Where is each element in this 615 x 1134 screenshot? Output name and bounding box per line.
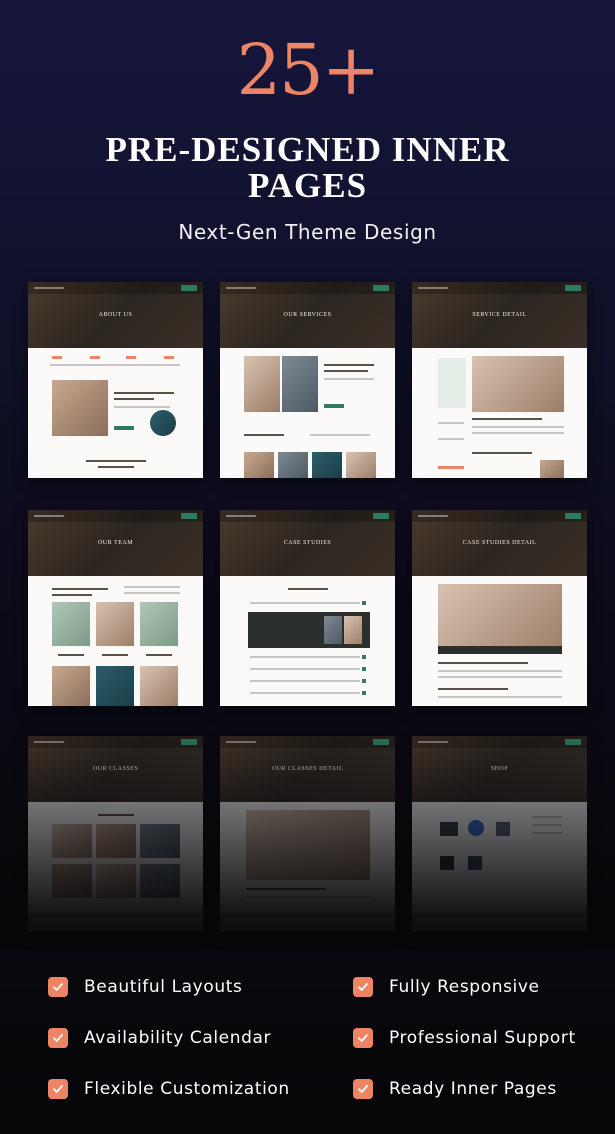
preview-card-our-services[interactable]: OUR SERVICES: [220, 282, 395, 478]
preview-nav: [220, 510, 395, 522]
feature-label: Professional Support: [389, 1028, 576, 1048]
preview-page-name: CASE STUDIES DETAIL: [462, 540, 537, 546]
preview-card-our-team[interactable]: OUR TEAM: [28, 510, 203, 706]
preview-page-name: OUR SERVICES: [283, 312, 332, 318]
preview-nav: [28, 510, 203, 522]
feature-label: Ready Inner Pages: [389, 1079, 557, 1099]
preview-body: [28, 576, 203, 706]
preview-nav: [28, 736, 203, 748]
preview-card-shop[interactable]: SHOP: [412, 736, 587, 932]
preview-page-name: OUR CLASSES DETAIL: [271, 766, 344, 772]
preview-page-name: CASE STUDIES: [283, 540, 332, 546]
check-icon: [48, 1079, 68, 1099]
preview-body: [28, 802, 203, 932]
page-preview-grid: ABOUT US OUR SERVICES SERVICE DETAIL OUR…: [0, 0, 615, 940]
preview-body: [220, 576, 395, 706]
feature-label: Beautiful Layouts: [84, 977, 243, 997]
preview-nav: [412, 282, 587, 294]
preview-body: [28, 348, 203, 478]
preview-card-service-detail[interactable]: SERVICE DETAIL: [412, 282, 587, 478]
preview-page-name: OUR TEAM: [97, 540, 134, 546]
preview-nav: [220, 736, 395, 748]
feature-label: Availability Calendar: [84, 1028, 272, 1048]
feature-item-flexible-customization: Flexible Customization: [48, 1074, 290, 1104]
preview-page-name: SERVICE DETAIL: [472, 312, 527, 318]
preview-page-name: SHOP: [490, 766, 509, 772]
check-icon: [353, 1079, 373, 1099]
preview-card-our-classes[interactable]: OUR CLASSES: [28, 736, 203, 932]
preview-body: [412, 802, 587, 932]
feature-label: Flexible Customization: [84, 1079, 290, 1099]
preview-body: [412, 576, 587, 706]
feature-item-availability-calendar: Availability Calendar: [48, 1023, 271, 1053]
preview-page-name: ABOUT US: [98, 312, 133, 318]
preview-nav: [412, 736, 587, 748]
feature-item-ready-inner-pages: Ready Inner Pages: [353, 1074, 557, 1104]
feature-item-professional-support: Professional Support: [353, 1023, 576, 1053]
check-icon: [353, 977, 373, 997]
check-icon: [353, 1028, 373, 1048]
preview-body: [220, 348, 395, 478]
preview-card-about-us[interactable]: ABOUT US: [28, 282, 203, 478]
preview-card-case-studies-detail[interactable]: CASE STUDIES DETAIL: [412, 510, 587, 706]
preview-nav: [412, 510, 587, 522]
feature-item-fully-responsive: Fully Responsive: [353, 972, 540, 1002]
feature-item-beautiful-layouts: Beautiful Layouts: [48, 972, 242, 1002]
feature-label: Fully Responsive: [389, 977, 540, 997]
preview-card-our-classes-detail[interactable]: OUR CLASSES DETAIL: [220, 736, 395, 932]
preview-body: [220, 802, 395, 932]
preview-card-case-studies[interactable]: CASE STUDIES: [220, 510, 395, 706]
preview-nav: [220, 282, 395, 294]
check-icon: [48, 1028, 68, 1048]
check-icon: [48, 977, 68, 997]
preview-page-name: OUR CLASSES: [92, 766, 139, 772]
preview-body: [412, 348, 587, 478]
preview-nav: [28, 282, 203, 294]
